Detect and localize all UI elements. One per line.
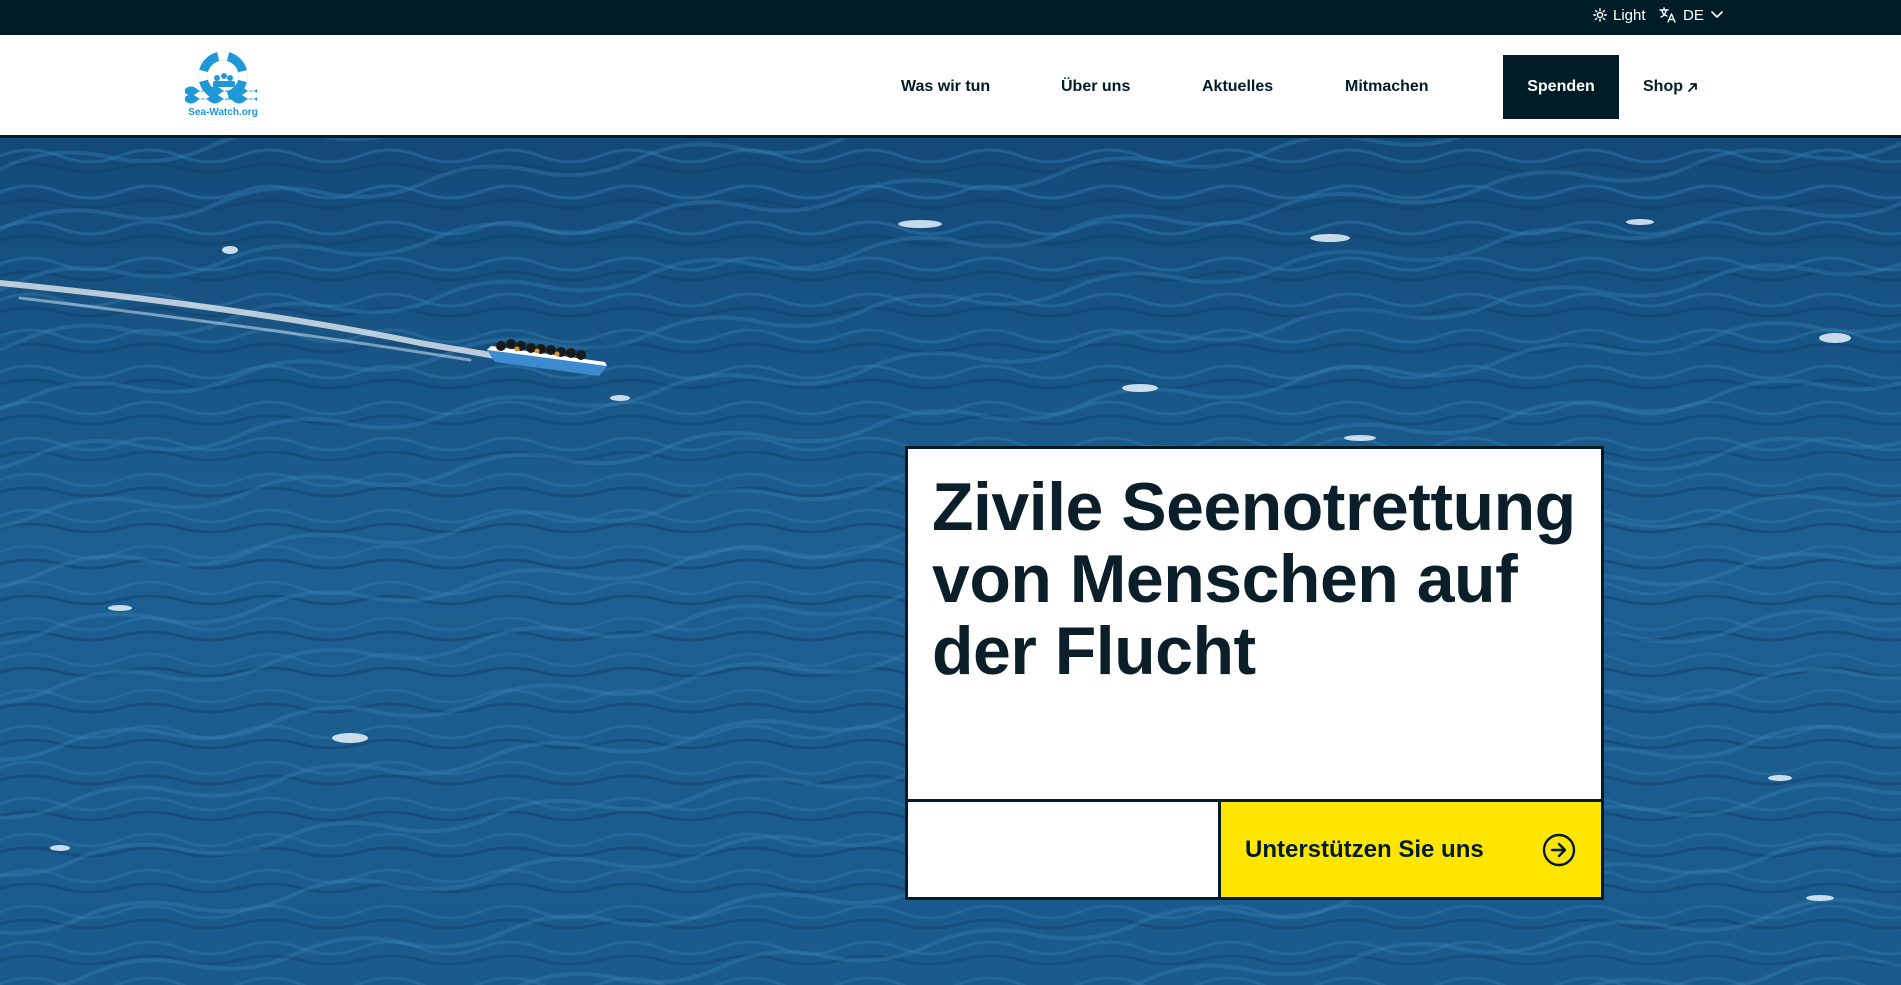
support-us-label: Unterstützen Sie uns xyxy=(1245,835,1484,863)
site-header: Sea-Watch.org Was wir tun Über uns Aktue… xyxy=(0,35,1901,138)
top-utility-bar: Light DE xyxy=(0,0,1901,35)
chevron-down-icon xyxy=(1711,11,1723,18)
hero-card-spacer xyxy=(908,802,1218,897)
nav-item-was-wir-tun[interactable]: Was wir tun xyxy=(901,78,990,96)
hero-headline-box: Zivile Seenotrettung von Menschen auf de… xyxy=(908,449,1601,799)
support-us-button[interactable]: Unterstützen Sie uns xyxy=(1221,802,1601,897)
theme-label: Light xyxy=(1613,6,1646,24)
nav-item-mitmachen[interactable]: Mitmachen xyxy=(1345,78,1429,96)
site-logo[interactable]: Sea-Watch.org xyxy=(183,51,263,121)
lifebuoy-logo-icon xyxy=(185,51,257,104)
nav-item-ueber-uns[interactable]: Über uns xyxy=(1061,78,1130,96)
shop-label: Shop xyxy=(1643,78,1683,95)
theme-toggle[interactable]: Light xyxy=(1593,0,1646,30)
arrow-right-circle-icon xyxy=(1542,833,1576,866)
donate-button[interactable]: Spenden xyxy=(1503,55,1619,119)
language-selector[interactable]: DE xyxy=(1659,0,1724,30)
language-label: DE xyxy=(1683,6,1704,24)
translate-icon xyxy=(1659,7,1676,23)
hero-headline: Zivile Seenotrettung von Menschen auf de… xyxy=(932,469,1576,689)
hero-card: Zivile Seenotrettung von Menschen auf de… xyxy=(905,446,1604,900)
logo-text: Sea-Watch.org xyxy=(188,107,258,118)
nav-item-aktuelles[interactable]: Aktuelles xyxy=(1202,78,1273,96)
external-arrow-icon xyxy=(1688,82,1697,92)
sun-icon xyxy=(1593,8,1607,22)
donate-label: Spenden xyxy=(1527,78,1595,95)
shop-link[interactable]: Shop xyxy=(1643,78,1698,96)
